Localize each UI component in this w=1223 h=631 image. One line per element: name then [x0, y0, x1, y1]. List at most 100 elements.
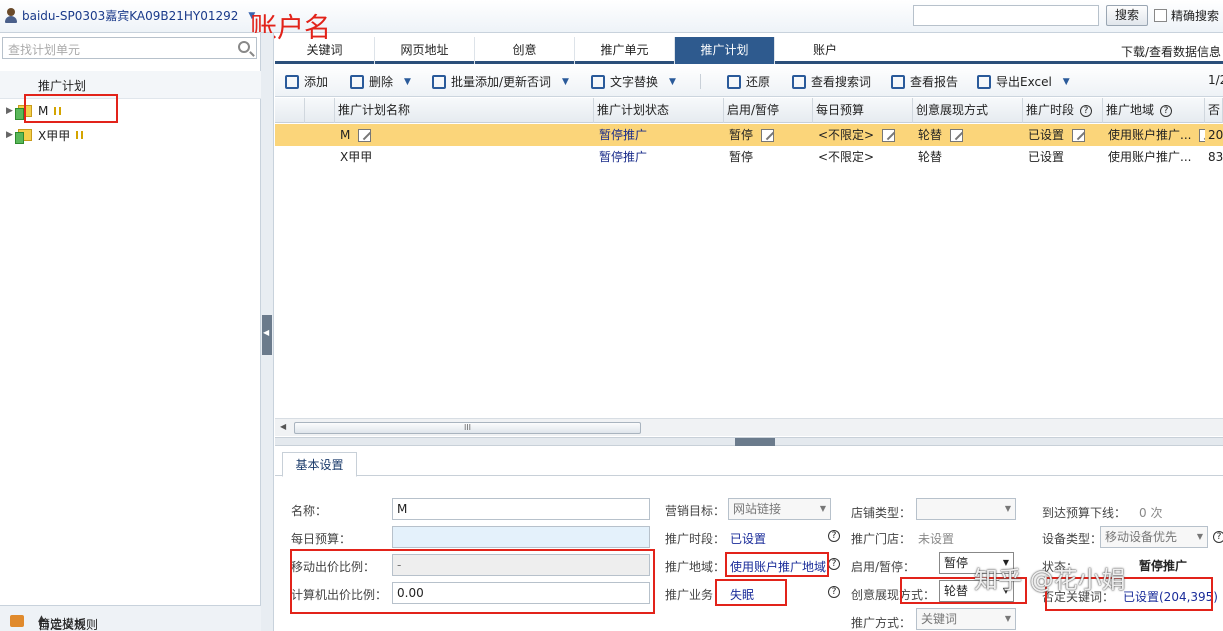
add-button[interactable]: 添加 — [285, 73, 328, 90]
restore-button[interactable]: 还原 — [727, 73, 770, 90]
delete-button[interactable]: 删除 ▼ — [350, 73, 411, 90]
highlight-box — [290, 549, 655, 614]
add-label: 添加 — [304, 75, 329, 89]
column-budget[interactable]: 每日预算 — [813, 98, 913, 123]
budget-field[interactable] — [392, 526, 650, 548]
help-icon[interactable]: ? — [1080, 104, 1093, 117]
main-area: 关键词 网页地址 创意 推广单元 推广计划 账户 下载/查看数据信息 添加 删除… — [275, 33, 1223, 631]
column-enabled[interactable]: 启用/暂停 — [724, 98, 813, 123]
report-label: 查看报告 — [910, 75, 959, 89]
table-row[interactable]: M 暂停推广 暂停 <不限定> 轮替 已设置 使用账户推广... 20 — [275, 124, 1223, 146]
shop-type-label: 店铺类型： — [851, 506, 912, 520]
chevron-down-icon[interactable]: ▼ — [562, 77, 569, 87]
column-region[interactable]: 推广地域? — [1103, 98, 1205, 123]
region-label: 推广地域： — [665, 560, 726, 574]
cell-plan-status: 暂停推广 — [599, 128, 648, 142]
top-search-input[interactable] — [913, 5, 1099, 26]
help-icon[interactable]: ? — [828, 530, 840, 542]
help-icon[interactable]: ? — [828, 586, 840, 598]
page-indicator: 1/2 — [1208, 73, 1223, 87]
chevron-down-icon[interactable]: ▼ — [404, 77, 411, 87]
method-select[interactable]: 关键词 ▼ — [916, 608, 1016, 630]
plan-tree-item[interactable]: ▶ X甲甲 — [0, 123, 261, 147]
column-negative[interactable]: 否 — [1205, 98, 1223, 123]
chevron-down-icon[interactable]: ▼ — [1005, 609, 1011, 629]
search-icon[interactable] — [238, 41, 250, 53]
batch-negative-button[interactable]: 批量添加/更新否词 ▼ — [432, 73, 569, 90]
sidebar-search-placeholder: 查找计划单元 — [8, 43, 81, 57]
download-data-link[interactable]: 下载/查看数据信息 — [1121, 43, 1221, 60]
chevron-down-icon[interactable]: ▼ — [1063, 77, 1070, 87]
level-tabs: 关键词 网页地址 创意 推广单元 推广计划 账户 下载/查看数据信息 — [275, 37, 1223, 64]
scroll-left-icon[interactable]: ◀ — [280, 422, 286, 431]
edit-icon[interactable] — [358, 129, 372, 142]
shop-type-select[interactable]: ▼ — [916, 498, 1016, 520]
text-replace-button[interactable]: 文字替换 ▼ — [591, 73, 676, 90]
report-button[interactable]: 查看报告 — [891, 73, 958, 90]
tab-urls[interactable]: 网页地址 — [375, 37, 475, 64]
search-button[interactable]: 搜索 — [1106, 5, 1148, 26]
help-icon[interactable]: ? — [828, 558, 840, 570]
mode-text: 轮替 — [918, 128, 943, 142]
device-select[interactable]: 移动设备优先 ▼ — [1100, 526, 1208, 548]
restore-icon — [727, 74, 741, 89]
help-icon[interactable]: ? — [1160, 104, 1173, 117]
goal-select[interactable]: 网站链接 ▼ — [728, 498, 831, 520]
column-schedule[interactable]: 推广时段? — [1023, 98, 1103, 123]
highlight-box — [725, 552, 829, 577]
tab-account[interactable]: 账户 — [775, 37, 875, 64]
time-value-link[interactable]: 已设置 — [730, 530, 766, 547]
cell-negative: 20 — [1208, 128, 1223, 142]
sidebar-splitter[interactable] — [261, 33, 274, 631]
name-field[interactable]: M — [392, 498, 650, 520]
cell-budget: <不限定> — [815, 124, 913, 146]
tab-units[interactable]: 推广单元 — [575, 37, 675, 64]
export-excel-button[interactable]: 导出Excel ▼ — [977, 73, 1070, 90]
method-value: 关键词 — [921, 612, 958, 626]
shop-value: 未设置 — [918, 532, 955, 546]
tab-keywords[interactable]: 关键词 — [275, 37, 375, 64]
table-row[interactable]: X甲甲 暂停推广 暂停 <不限定> 轮替 已设置 使用账户推广... 83 — [275, 146, 1223, 168]
batch-add-icon — [432, 74, 446, 89]
tab-basic-settings[interactable]: 基本设置 — [282, 452, 357, 477]
plan-tree-label: X甲甲 — [38, 128, 71, 143]
cell-enabled: 暂停 — [729, 150, 754, 164]
batch-label: 批量添加/更新否词 — [451, 75, 552, 89]
tab-creatives[interactable]: 创意 — [475, 37, 575, 64]
cell-budget: <不限定> — [818, 150, 875, 164]
trash-icon — [350, 74, 364, 89]
device-value: 移动设备优先 — [1105, 530, 1178, 544]
chevron-down-icon[interactable]: ▼ — [1197, 527, 1203, 547]
help-icon[interactable]: ? — [1213, 531, 1223, 543]
column-plan-status[interactable]: 推广计划状态 — [594, 98, 724, 123]
cell-schedule: 已设置 — [1028, 150, 1065, 164]
enabled-text: 暂停 — [729, 128, 754, 142]
name-label: 名称： — [291, 504, 328, 518]
edit-icon[interactable] — [950, 129, 964, 142]
toolbar: 添加 删除 ▼ 批量添加/更新否词 ▼ 文字替换 ▼ 还原 查看搜索词 查看报告 导出… — [275, 65, 1223, 97]
search-terms-button[interactable]: 查看搜索词 — [792, 73, 871, 90]
edit-icon[interactable] — [1072, 129, 1086, 142]
exact-search-option[interactable]: 精确搜索 — [1154, 7, 1219, 24]
tab-plans[interactable]: 推广计划 — [675, 37, 775, 64]
panel-splitter[interactable] — [275, 437, 1223, 446]
chevron-down-icon[interactable]: ▼ — [669, 77, 676, 87]
custom-rules-link[interactable]: 自定义规则 — [38, 616, 98, 631]
column-plan-name[interactable]: 推广计划名称 — [335, 98, 594, 123]
delete-label: 删除 — [369, 75, 394, 89]
exact-search-label: 精确搜索 — [1171, 9, 1220, 23]
scrollbar-thumb[interactable]: III — [294, 422, 641, 434]
chevron-down-icon[interactable]: ▼ — [820, 499, 826, 519]
column-display-mode[interactable]: 创意展现方式 — [913, 98, 1023, 123]
horizontal-scrollbar[interactable]: ◀ III — [275, 418, 1223, 436]
chevron-down-icon[interactable]: ▼ — [1005, 499, 1011, 519]
region-text: 使用账户推广... — [1108, 128, 1192, 142]
edit-icon[interactable] — [761, 129, 775, 142]
collapse-detail-handle[interactable] — [735, 438, 775, 446]
sidebar-search-input[interactable]: 查找计划单元 — [2, 37, 257, 59]
exact-search-checkbox[interactable] — [1154, 9, 1167, 22]
shop-label: 推广门店： — [851, 532, 912, 546]
collapse-sidebar-handle[interactable] — [262, 315, 272, 355]
account-switcher[interactable]: baidu-SP0303嘉宾KA09B21HY01292 ▼ — [4, 7, 255, 24]
edit-icon[interactable] — [882, 129, 896, 142]
